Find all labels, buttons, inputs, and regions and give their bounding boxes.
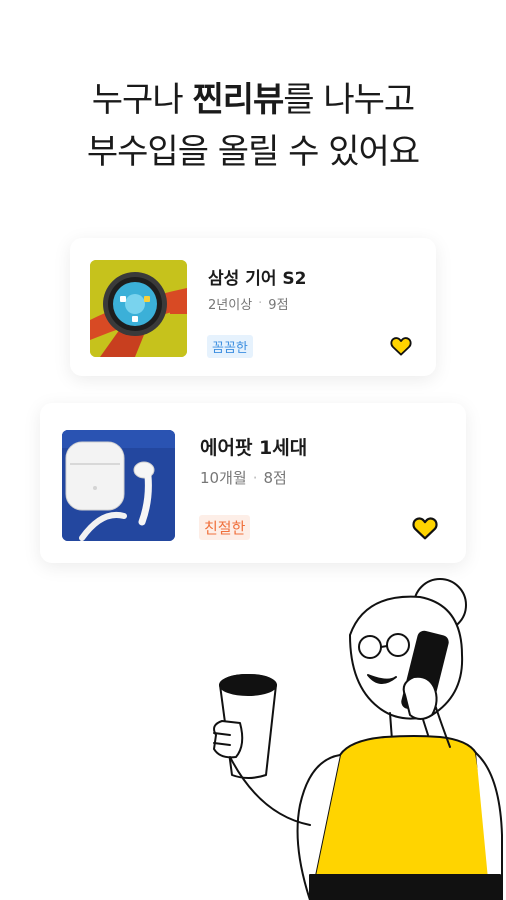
person-with-phone-illustration xyxy=(213,578,503,900)
headline-line-1: 누구나 찐리뷰를 나누고 xyxy=(0,74,506,126)
review-score: 9점 xyxy=(268,298,289,313)
separator-dot: · xyxy=(258,296,263,311)
review-tag: 친절한 xyxy=(199,515,251,540)
product-title: 에어팟 1세대 xyxy=(200,437,308,459)
heart-icon[interactable] xyxy=(412,516,438,540)
product-meta: 2년이상 · 9점 xyxy=(208,294,289,313)
headline: 누구나 찐리뷰를 나누고 부수입을 올릴 수 있어요 xyxy=(0,74,506,178)
heart-icon[interactable] xyxy=(390,336,412,356)
product-title: 삼성 기어 S2 xyxy=(208,269,307,289)
product-meta: 10개월 · 8점 xyxy=(200,467,287,488)
product-image-airpods xyxy=(62,430,175,541)
headline-text: 를 나누고 xyxy=(283,80,415,120)
review-card-airpods[interactable]: 에어팟 1세대 10개월 · 8점 친절한 xyxy=(40,403,466,563)
headline-line-2: 부수입을 올릴 수 있어요 xyxy=(86,132,420,172)
usage-period: 10개월 xyxy=(200,469,247,487)
usage-period: 2년이상 xyxy=(208,298,253,313)
headline-text: 누구나 xyxy=(91,80,193,120)
review-tag: 꼼꼼한 xyxy=(207,335,253,358)
product-image-smartwatch xyxy=(90,260,187,357)
headline-emphasis: 찐리뷰 xyxy=(192,80,284,120)
review-card-galaxy-gear[interactable]: 삼성 기어 S2 2년이상 · 9점 꼼꼼한 xyxy=(70,238,436,376)
separator-dot: · xyxy=(252,468,258,487)
review-score: 8점 xyxy=(263,469,287,487)
